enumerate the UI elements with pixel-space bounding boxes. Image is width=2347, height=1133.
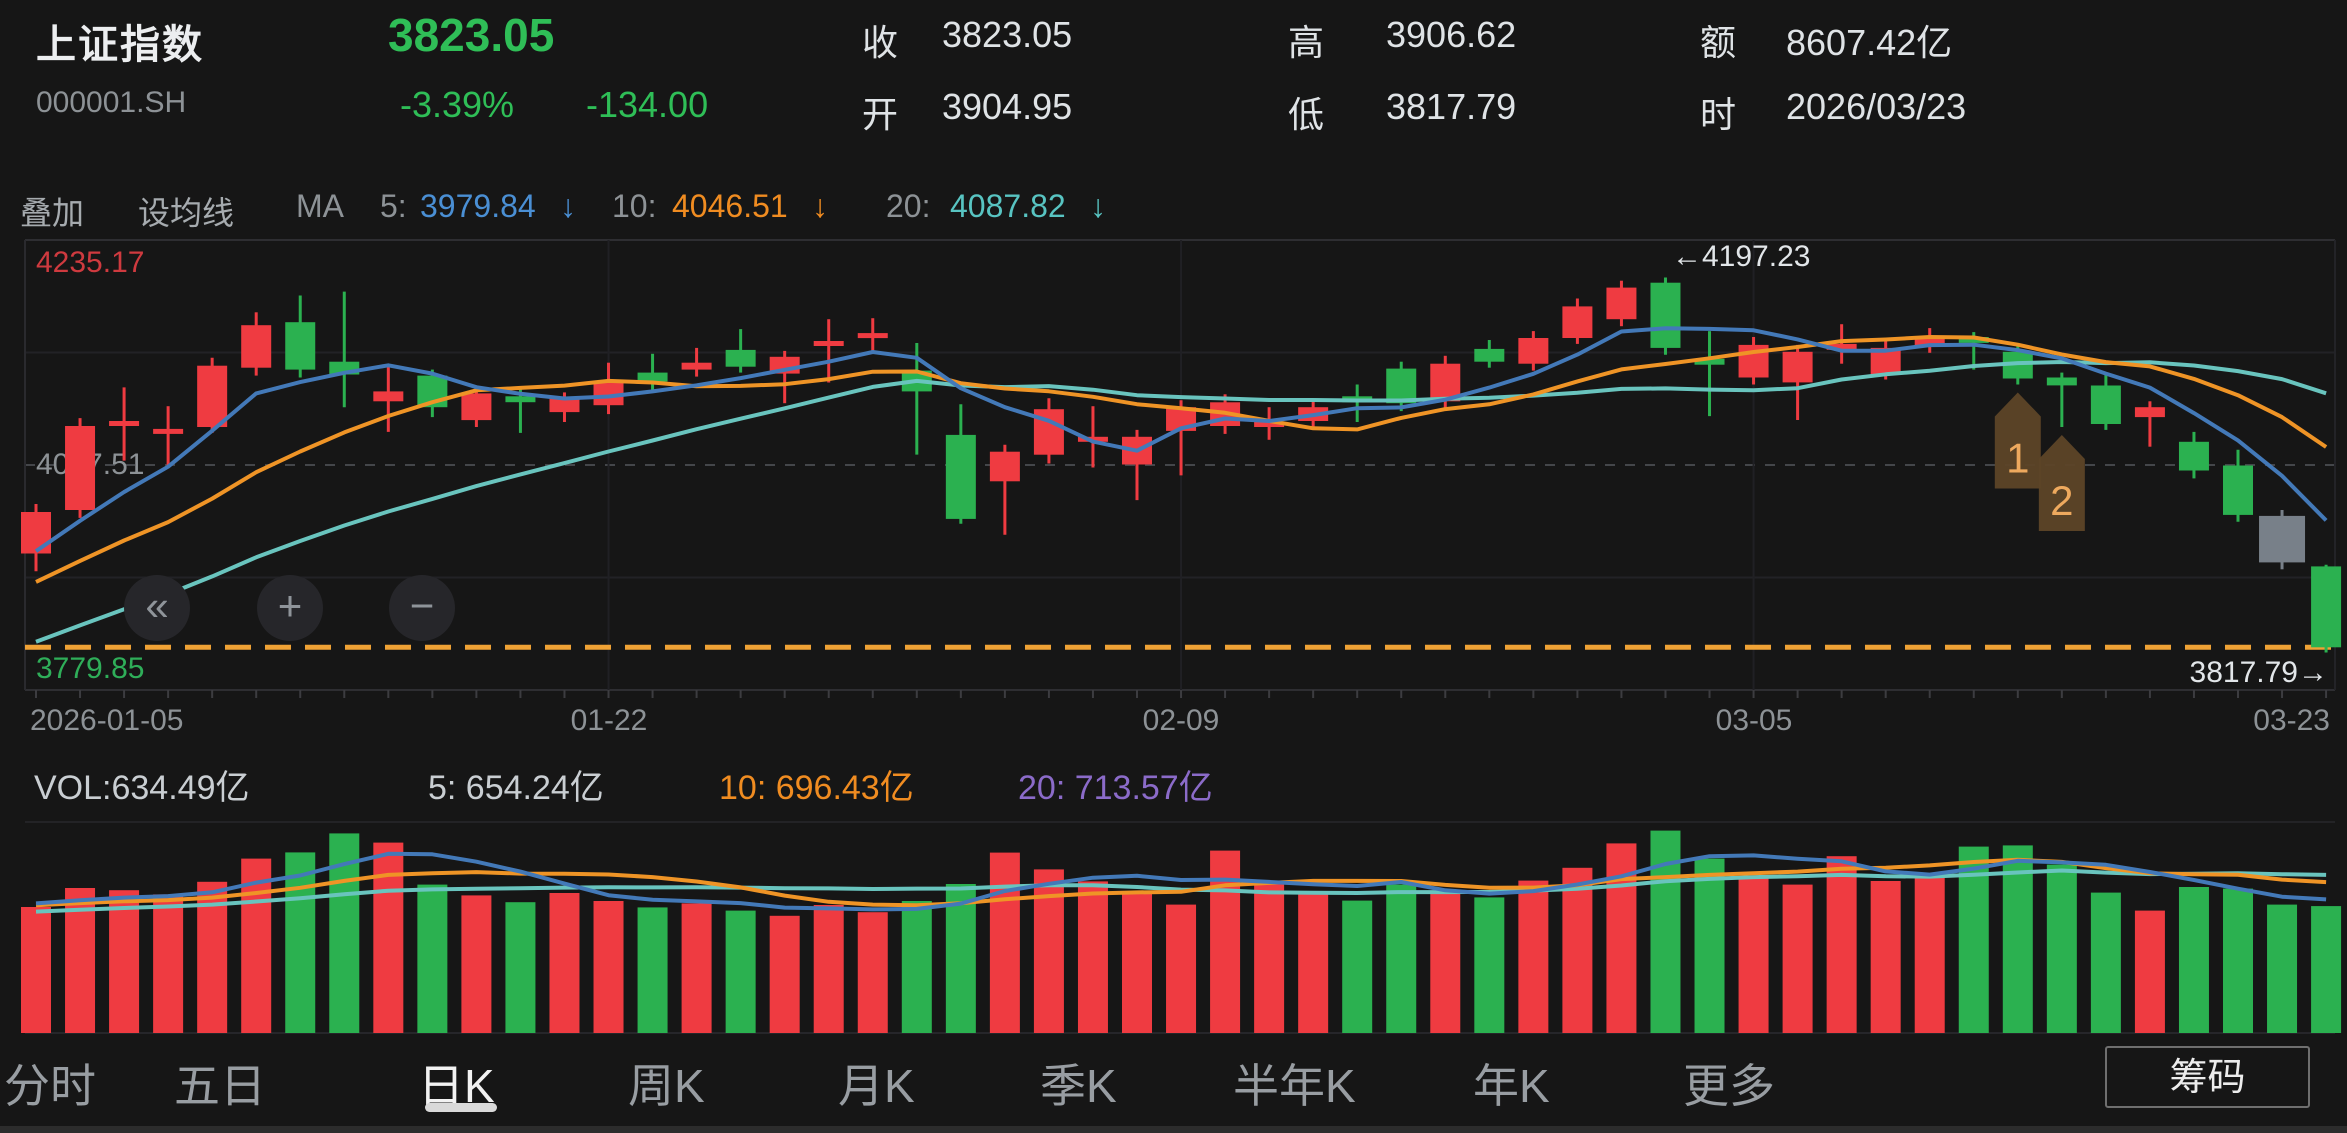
- collapse-left-button[interactable]: «: [124, 575, 190, 641]
- tab-half-year-k[interactable]: 半年K: [1233, 1050, 1356, 1116]
- scale-min-label: 3779.85: [36, 652, 144, 686]
- tab-five-day[interactable]: 五日: [174, 1050, 266, 1116]
- tab-monthly-k[interactable]: 月K: [838, 1050, 915, 1116]
- volume-ma20-label: 20: 713.57亿: [1018, 760, 1213, 809]
- change-percent: -3.39%: [400, 84, 514, 126]
- ma20-value: 4087.82: [950, 188, 1066, 225]
- stat-low-label: 低: [1288, 86, 1324, 138]
- zoom-in-button[interactable]: +: [257, 575, 323, 641]
- x-axis-label: 03-23: [2253, 704, 2330, 738]
- chip-distribution-button[interactable]: 筹码: [2105, 1046, 2310, 1108]
- x-axis-label: 03-05: [1716, 704, 1793, 738]
- change-amount: -134.00: [586, 84, 708, 126]
- index-title: 上证指数: [36, 12, 204, 70]
- ma20-period: 20:: [886, 188, 930, 225]
- volume-current-label: VOL:634.49亿: [34, 760, 249, 809]
- period-low-annotation: 3817.79→: [2128, 656, 2328, 690]
- stat-low-value: 3817.79: [1386, 86, 1516, 128]
- active-tab-underline: [425, 1103, 497, 1112]
- zoom-out-button[interactable]: −: [389, 575, 455, 641]
- stat-high-label: 高: [1288, 14, 1324, 66]
- ma5-down-arrow-icon: ↓: [560, 188, 576, 225]
- stat-high-value: 3906.62: [1386, 14, 1516, 56]
- x-axis-label: 01-22: [571, 704, 648, 738]
- index-code: 000001.SH: [36, 86, 186, 120]
- bottom-divider: [0, 1126, 2347, 1133]
- last-price: 3823.05: [388, 8, 554, 62]
- chart-canvas[interactable]: 4007.5112: [0, 0, 2347, 1133]
- stat-amount-value: 8607.42亿: [1786, 14, 1952, 66]
- svg-text:1: 1: [2006, 434, 2029, 481]
- plus-icon: +: [278, 582, 303, 629]
- app-window: 4007.5112 上证指数 000001.SH 3823.05 -3.39% …: [0, 0, 2347, 1133]
- ma20-down-arrow-icon: ↓: [1090, 188, 1106, 225]
- ma-label: MA: [296, 188, 344, 225]
- ma10-value: 4046.51: [672, 188, 788, 225]
- period-high-annotation: ←4197.23: [1672, 240, 1810, 274]
- ma10-period: 10:: [612, 188, 656, 225]
- tab-weekly-k[interactable]: 周K: [628, 1050, 705, 1116]
- x-axis-label: 2026-01-05: [30, 704, 183, 738]
- stat-time-label: 时: [1700, 86, 1736, 138]
- tab-quarterly-k[interactable]: 季K: [1040, 1050, 1117, 1116]
- volume-ma10-label: 10: 696.43亿: [719, 760, 914, 809]
- minus-icon: −: [410, 582, 435, 629]
- stat-close-value: 3823.05: [942, 14, 1072, 56]
- ma5-value: 3979.84: [420, 188, 536, 225]
- tab-more[interactable]: 更多: [1683, 1050, 1775, 1116]
- ma5-period: 5:: [380, 188, 407, 225]
- stat-amount-label: 额: [1700, 14, 1736, 66]
- volume-ma5-label: 5: 654.24亿: [428, 760, 604, 809]
- x-axis-label: 02-09: [1143, 704, 1220, 738]
- stat-close-label: 收: [862, 14, 898, 66]
- ma10-down-arrow-icon: ↓: [812, 188, 828, 225]
- stat-open-label: 开: [862, 86, 898, 138]
- overlay-button[interactable]: 叠加: [20, 188, 84, 234]
- scale-max-label: 4235.17: [36, 246, 144, 280]
- double-chevron-left-icon: «: [145, 582, 168, 629]
- stat-time-value: 2026/03/23: [1786, 86, 1966, 128]
- svg-text:2: 2: [2050, 477, 2073, 524]
- tab-yearly-k[interactable]: 年K: [1473, 1050, 1550, 1116]
- set-ma-button[interactable]: 设均线: [138, 188, 234, 234]
- tab-minute[interactable]: 分时: [4, 1050, 96, 1116]
- stat-open-value: 3904.95: [942, 86, 1072, 128]
